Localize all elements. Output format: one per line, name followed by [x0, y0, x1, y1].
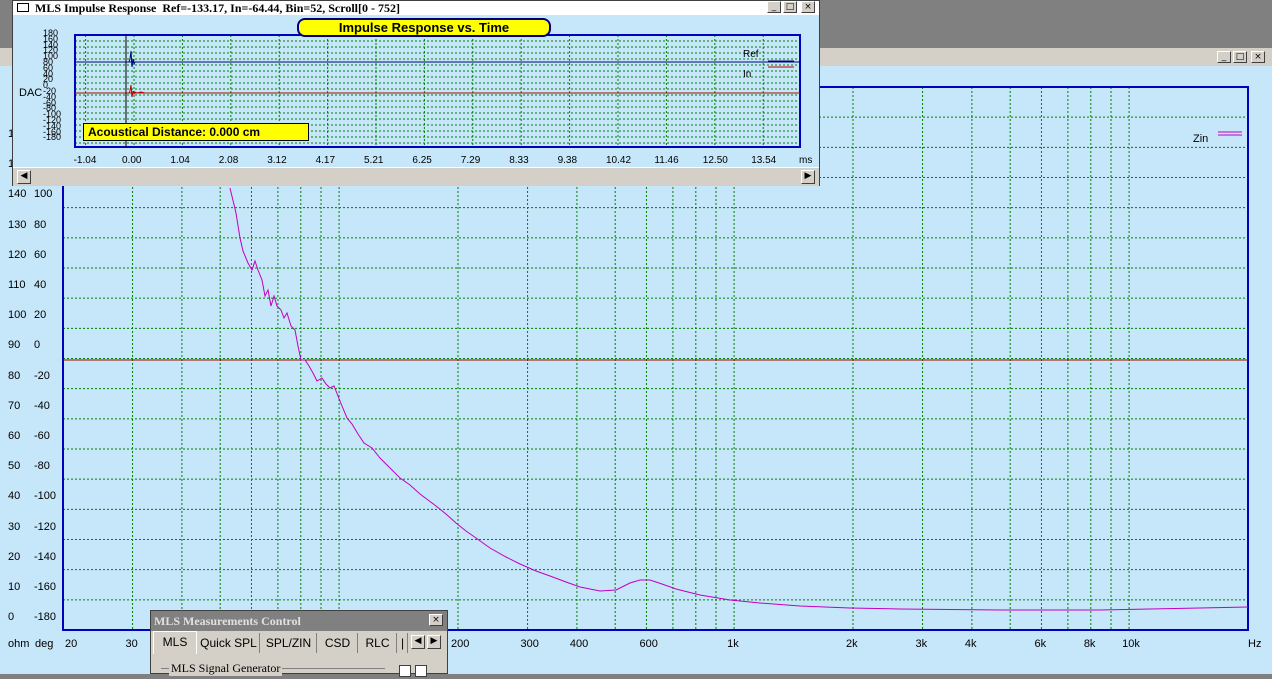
zin-y-left-label: 140 [8, 188, 27, 201]
impulse-x-tick-label: 12.50 [702, 155, 728, 166]
zin-y-left-label: 30 [8, 520, 21, 533]
impulse-scrollbar[interactable]: ◀ ▶ [13, 167, 819, 186]
zin-x-tick-label: 200 [451, 638, 470, 650]
impulse-titlebar: MLS Impulse Response Ref=-133.17, In=-64… [13, 1, 819, 15]
impulse-x-tick-label: 13.54 [751, 155, 777, 166]
zin-x-unit: Hz [1248, 638, 1262, 650]
zin-y-right-label: -180 [34, 611, 57, 624]
impulse-x-tick-label: 1.04 [170, 155, 190, 166]
zin-y-right-unit: deg [35, 638, 54, 650]
impulse-plot-area: Impulse Response vs. Time Acoustical Dis… [13, 15, 819, 167]
checkbox-icon[interactable] [415, 665, 427, 677]
zin-y-right-label: -140 [34, 550, 57, 563]
impulse-x-tick-label: 6.25 [412, 155, 432, 166]
tab-scroll-left-button[interactable]: ◀ [411, 635, 425, 649]
scroll-right-button[interactable]: ▶ [801, 170, 815, 184]
impulse-window: MLS Impulse Response Ref=-133.17, In=-64… [12, 0, 820, 186]
zin-y-right-label: -120 [34, 520, 57, 533]
control-title: MLS Measurements Control [154, 614, 301, 628]
legend-ref: Ref [743, 49, 759, 60]
zin-x-tick-label: 3k [915, 638, 928, 650]
control-titlebar: MLS Measurements Control × [151, 611, 447, 631]
zin-y-left-label: 60 [8, 430, 21, 442]
zin-y-right-label: -40 [34, 399, 50, 412]
impulse-x-tick-label: 7.29 [460, 155, 481, 166]
zin-y-left-label: 90 [8, 339, 21, 352]
impulse-x-tick-label: 11.46 [654, 155, 679, 166]
zin-y-left-label: 20 [8, 550, 21, 563]
impulse-y-tick-label: -180 [43, 132, 62, 143]
impulse-x-tick-label: 8.33 [509, 155, 529, 166]
zin-x-tick-label: 10k [1122, 638, 1140, 650]
impulse-maximize-button[interactable]: □ [783, 1, 797, 13]
zin-y-right-label: -20 [34, 369, 50, 382]
zin-y-left-label: 50 [8, 460, 21, 473]
impulse-y-axis-label: DAC [19, 87, 43, 99]
impulse-x-tick-label: 10.42 [606, 155, 632, 166]
zin-y-left-label: 120 [8, 248, 27, 261]
impulse-x-unit: ms [799, 155, 813, 166]
impulse-title: MLS Impulse Response Ref=-133.17, In=-64… [35, 1, 400, 15]
tab-spl-zin[interactable]: SPL/ZIN [261, 633, 317, 653]
zin-y-right-label: 20 [34, 309, 47, 322]
zin-y-left-label: 40 [8, 490, 21, 503]
impulse-banner: Impulse Response vs. Time [297, 18, 551, 37]
impulse-x-tick-label: -1.04 [73, 155, 97, 166]
zin-y-right-label: 0 [34, 339, 41, 352]
zin-y-right-label: 60 [34, 248, 47, 261]
legend-in: In [743, 69, 752, 80]
tab-quick-spl[interactable]: Quick SPL [198, 633, 260, 653]
impulse-x-tick-label: 3.12 [267, 155, 287, 166]
zin-legend-label: Zin [1193, 133, 1209, 145]
acoustic-distance: Acoustical Distance: 0.000 cm [83, 123, 309, 141]
zin-y-left-label: 0 [8, 611, 15, 624]
zin-y-right-label: 80 [34, 218, 47, 231]
impulse-x-tick-label: 5.21 [364, 155, 384, 166]
control-close-button[interactable]: × [429, 614, 443, 626]
zin-x-tick-label: 400 [569, 638, 589, 650]
control-window: MLS Measurements Control × MLS Quick SPL… [150, 610, 448, 677]
tab-csd[interactable]: CSD [318, 633, 358, 653]
zin-x-tick-label: 600 [639, 638, 658, 650]
zin-y-right-label: -60 [34, 430, 50, 442]
zin-y-left-label: 80 [8, 369, 21, 382]
zin-x-tick-label: 300 [520, 638, 539, 650]
zin-y-left-label: 130 [8, 218, 27, 231]
zin-y-right-label: 40 [34, 279, 47, 291]
zin-trace [229, 187, 1249, 611]
tab-more-icon[interactable]: | [398, 633, 408, 653]
zin-y-left-label: 110 [8, 279, 26, 291]
checkbox-icon[interactable] [399, 665, 411, 677]
impulse-minimize-button[interactable]: _ [767, 1, 781, 13]
tab-rlc[interactable]: RLC [359, 633, 397, 653]
scroll-left-button[interactable]: ◀ [17, 170, 31, 184]
zin-y-left-label: 70 [8, 399, 21, 412]
tab-mls[interactable]: MLS [153, 631, 197, 654]
zin-y-right-label: -160 [34, 581, 57, 593]
impulse-x-tick-label: 9.38 [557, 155, 578, 166]
zin-x-tick-label: 2k [846, 638, 858, 650]
impulse-x-tick-label: 4.17 [315, 155, 336, 166]
zin-y-left-unit: ohm [8, 638, 30, 650]
zin-x-tick-label: 30 [125, 638, 138, 650]
zin-x-tick-label: 1k [727, 638, 739, 650]
window-icon [17, 3, 29, 12]
zin-x-tick-label: 8k [1083, 638, 1096, 650]
impulse-x-tick-label: 0.00 [122, 155, 142, 166]
tab-scroll-right-button[interactable]: ▶ [427, 635, 441, 649]
zin-x-tick-label: 4k [964, 638, 977, 650]
impulse-close-button[interactable]: × [801, 1, 815, 13]
zin-y-left-label: 10 [8, 581, 21, 593]
zin-y-right-label: 100 [34, 188, 53, 201]
zin-y-right-label: -80 [34, 460, 50, 473]
zin-y-left-label: 100 [8, 309, 27, 322]
zin-y-right-label: -100 [34, 490, 57, 503]
zin-x-tick-label: 6k [1034, 638, 1047, 650]
impulse-chart [74, 34, 801, 148]
impulse-x-tick-label: 2.08 [218, 155, 239, 166]
zin-x-tick-label: 20 [65, 638, 78, 650]
